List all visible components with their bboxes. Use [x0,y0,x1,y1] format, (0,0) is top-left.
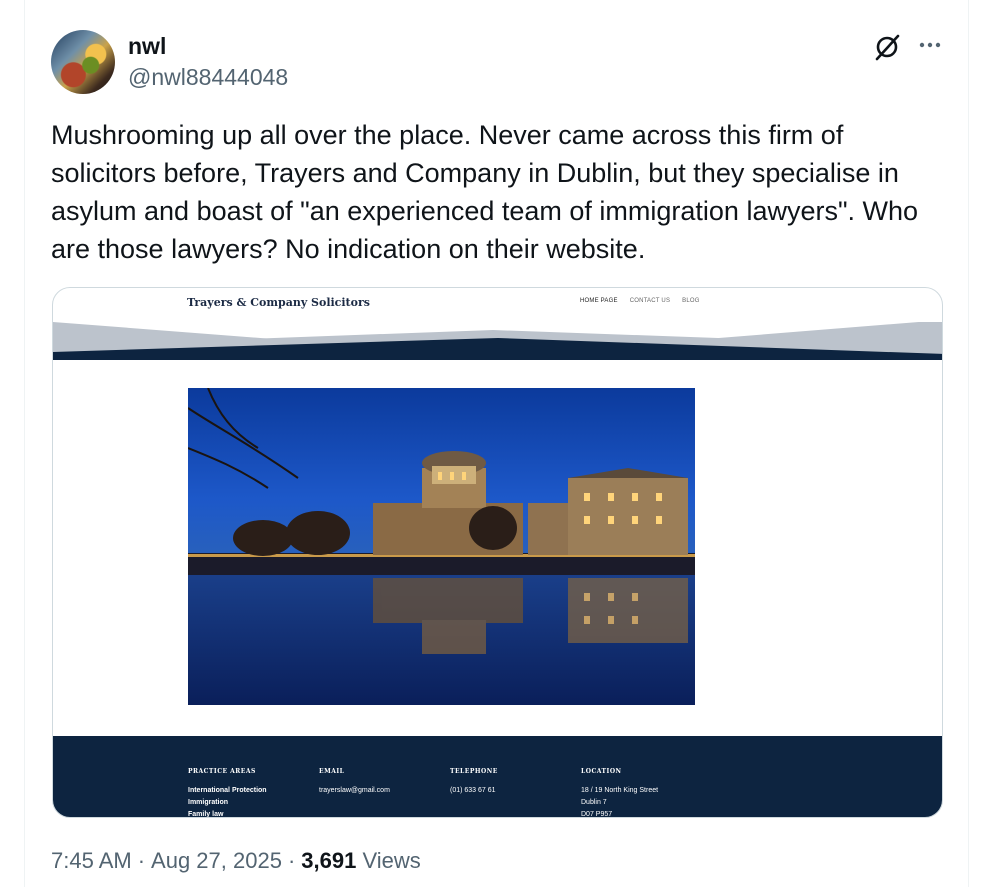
site-title: Trayers & Company Solicitors [187,296,370,309]
footer-practice: PRACTICE AREAS International Protection … [188,768,267,818]
meta-separator: · [287,848,296,873]
meta-separator: · [137,848,146,873]
site-nav: HOME PAGE CONTACT US BLOG [580,298,700,304]
views-count: 3,691 [301,848,357,873]
grok-icon[interactable] [873,33,901,61]
footer-location-heading: LOCATION [581,768,622,775]
footer-practice-heading: PRACTICE AREAS [188,768,256,775]
tweet-meta: 7:45 AM · Aug 27, 2025 · 3,691 Views [51,848,421,874]
footer-practice-line: Immigration [188,799,229,806]
footer-location-line: D07 P957 [581,811,613,818]
more-icon[interactable] [917,32,943,58]
views-label: Views [362,848,421,873]
site-banner [53,316,942,360]
nav-contact: CONTACT US [629,298,671,304]
nav-home: HOME PAGE [580,298,618,304]
four-courts-photo [188,388,695,705]
footer-email-line: trayerslaw@gmail.com [319,787,390,794]
footer-practice-line: International Protection [188,787,267,794]
footer-telephone-heading: TELEPHONE [450,768,498,775]
footer-telephone-line: (01) 633 67 61 [450,787,496,794]
tweet-card: nwl @nwl88444048 Mushrooming up all over… [24,0,969,887]
tweet-date[interactable]: Aug 27, 2025 [151,848,282,874]
footer-telephone: TELEPHONE (01) 633 67 61 [450,768,498,797]
footer-email: EMAIL trayerslaw@gmail.com [319,768,390,797]
footer-location-line: Dublin 7 [581,799,607,806]
footer-email-heading: EMAIL [319,768,345,775]
tweet-time[interactable]: 7:45 AM [51,848,132,874]
site-footer: PRACTICE AREAS International Protection … [53,736,942,818]
handle[interactable]: @nwl88444048 [128,64,288,91]
avatar[interactable] [51,30,115,94]
footer-location: LOCATION 18 / 19 North King Street Dubli… [581,768,659,818]
footer-practice-line: Family law [188,811,224,818]
tweet-text: Mushrooming up all over the place. Never… [51,120,919,264]
footer-location-line: 18 / 19 North King Street [581,787,659,794]
nav-blog: BLOG [682,298,700,304]
display-name[interactable]: nwl [128,33,166,60]
tweet-media-image[interactable]: Trayers & Company Solicitors HOME PAGE C… [52,287,943,818]
